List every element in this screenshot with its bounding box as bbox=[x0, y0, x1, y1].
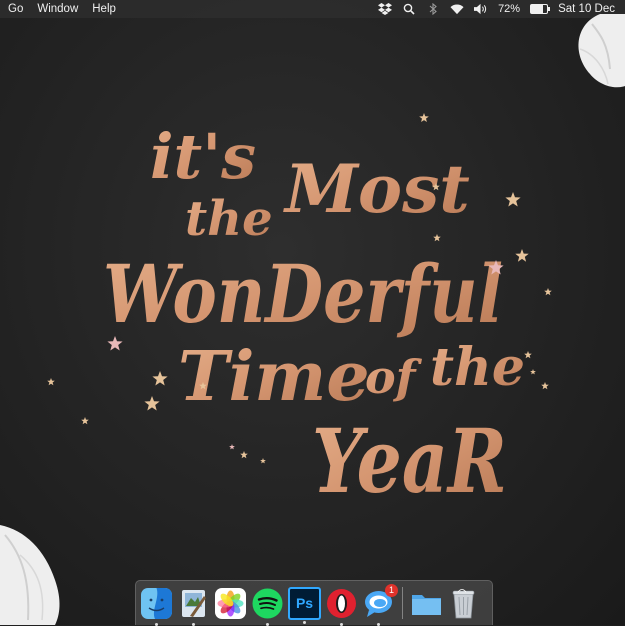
spotify-icon bbox=[252, 588, 283, 618]
star-icon bbox=[260, 458, 266, 464]
finder-icon bbox=[141, 587, 172, 619]
dock-app-spotify[interactable] bbox=[251, 587, 284, 626]
dock-app-photos[interactable] bbox=[214, 587, 247, 620]
dock-trash[interactable] bbox=[447, 587, 480, 620]
running-indicator bbox=[340, 622, 343, 626]
star-icon bbox=[505, 192, 521, 207]
photos-icon bbox=[215, 587, 246, 619]
dock-app-preview[interactable] bbox=[177, 587, 210, 626]
dock-app-opera[interactable] bbox=[325, 587, 358, 626]
lettering-its: it's bbox=[150, 120, 256, 193]
dock-separator bbox=[402, 587, 403, 619]
notification-badge: 1 bbox=[385, 583, 398, 597]
dock-folder[interactable] bbox=[410, 587, 443, 620]
star-icon bbox=[240, 451, 248, 459]
star-icon bbox=[530, 369, 536, 375]
opera-icon bbox=[327, 588, 356, 618]
star-icon bbox=[524, 351, 532, 359]
running-indicator bbox=[303, 620, 306, 624]
running-indicator bbox=[155, 622, 158, 626]
star-icon bbox=[433, 234, 441, 242]
wallpaper-lettering: it's the Most WonDerful Time of the YeaR bbox=[47, 113, 552, 513]
running-indicator bbox=[266, 622, 269, 626]
dock-app-messages[interactable]: 1 bbox=[362, 583, 398, 626]
lettering-year: YeaR bbox=[312, 409, 507, 513]
star-icon bbox=[81, 417, 89, 425]
running-indicator bbox=[192, 622, 195, 626]
star-icon bbox=[419, 113, 429, 122]
photoshop-icon: Ps bbox=[295, 595, 314, 611]
dock-app-photoshop[interactable]: Ps bbox=[288, 586, 321, 624]
lettering-the-2: the bbox=[430, 337, 525, 398]
running-indicator bbox=[377, 622, 380, 626]
lettering-the: the bbox=[185, 191, 273, 247]
star-icon bbox=[515, 249, 529, 262]
lettering-time: Time bbox=[178, 337, 370, 417]
star-icon bbox=[541, 382, 549, 390]
star-icon bbox=[144, 396, 160, 411]
dock-app-finder[interactable] bbox=[140, 587, 173, 626]
preview-icon bbox=[182, 589, 206, 617]
lettering-of: of bbox=[365, 350, 423, 404]
lettering-wonderful: WonDerful bbox=[103, 247, 503, 341]
star-icon bbox=[229, 444, 235, 450]
lettering-most: Most bbox=[283, 150, 470, 228]
star-icon bbox=[152, 371, 168, 386]
trash-icon bbox=[452, 588, 475, 618]
star-icon bbox=[544, 288, 552, 296]
dock: Ps 1 bbox=[135, 580, 493, 626]
star-icon bbox=[47, 378, 55, 386]
folder-icon bbox=[412, 594, 441, 615]
